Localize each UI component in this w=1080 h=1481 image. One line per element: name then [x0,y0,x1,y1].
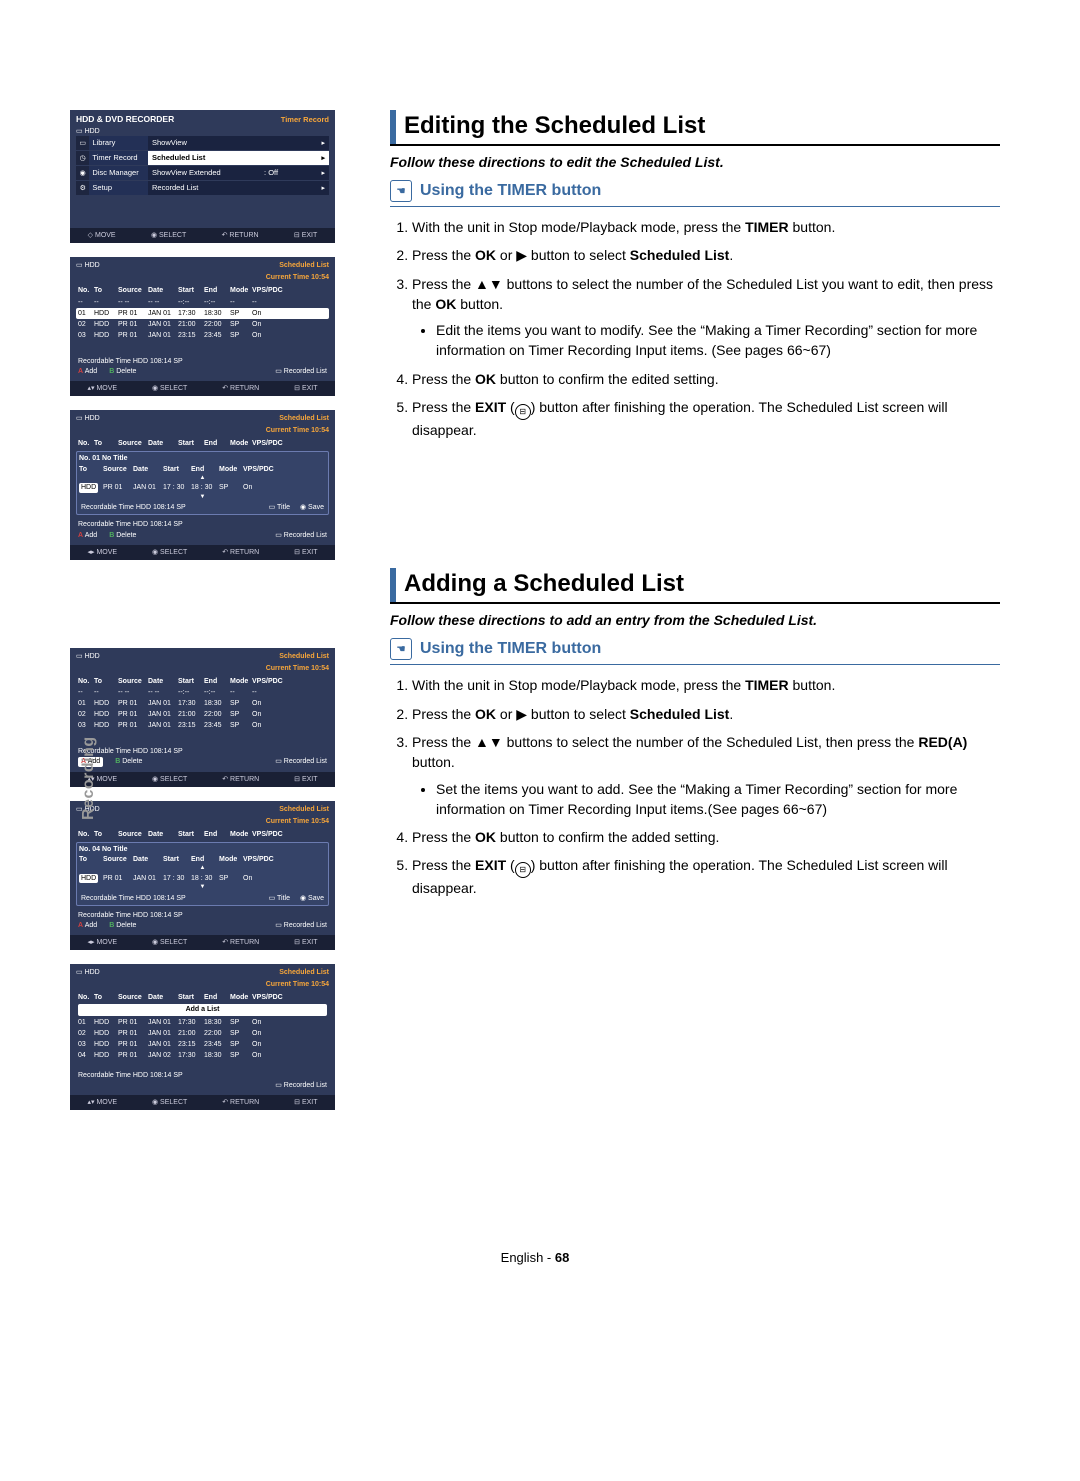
schedule-row: 01HDDPR 01JAN 0117:3018:30SPOn [76,698,329,709]
schedule-row: 03HDDPR 01JAN 0123:1523:45SPOn [76,330,329,341]
right-content: Editing the Scheduled List Follow these … [390,110,1000,1110]
library-icon: ▭ [76,136,89,150]
current-time: Current Time 10:54 [266,426,329,435]
using-timer-heading-2: Using the TIMER button [420,640,601,658]
hand-icon: ☚ [390,638,412,660]
hdd-indicator: HDD [85,128,100,135]
osd-pane-add-detail: ▭ HDD Scheduled List Current Time 10:54 … [70,801,335,951]
hand-icon: ☚ [390,180,412,202]
osd-pane-added-list: ▭ HDD Scheduled List Current Time 10:54 … [70,964,335,1110]
hdd-indicator: HDD [85,653,100,660]
osd-pane-scheduled-1: ▭ HDD Scheduled List Current Time 10:54 … [70,257,335,396]
submenu-recorded-list: Recorded List▸ [148,181,329,195]
clock-icon: ◷ [76,151,89,165]
edit-row: HDDPR 01JAN 0117 : 3018 : 30SPOn [79,873,326,884]
left-screens: HDD & DVD RECORDER Timer Record ▭ HDD ▭L… [70,110,350,1110]
schedule-row: 03HDDPR 01JAN 0123:1523:45SPOn [76,720,329,731]
scheduled-header: Scheduled List [279,414,329,423]
hdd-indicator: HDD [85,262,100,269]
exit-button-icon: ⊟ [515,404,531,420]
osd-pane-scheduled-add: ▭ HDD Scheduled List Current Time 10:54 … [70,648,335,787]
schedule-row: 02HDDPR 01JAN 0121:0022:00SPOn [76,709,329,720]
using-timer-heading: Using the TIMER button [420,182,601,200]
page-footer: English - 68 [70,1250,1000,1265]
submenu-scheduled-list: Scheduled List▸ [148,151,329,165]
editing-subtitle: Follow these directions to edit the Sche… [390,154,1000,170]
menu-library: Library [89,136,148,150]
menu-timer-record: Timer Record [89,151,148,165]
hdd-indicator: HDD [85,969,100,976]
schedule-row: 02HDDPR 01JAN 0121:0022:00SPOn [76,319,329,330]
osd-foot-1: ◇ MOVE ◉ SELECT ↶ RETURN ⊟ EXIT [70,228,335,243]
edit-no-title: No. 04 No Title [79,845,326,854]
recordable-time: Recordable Time HDD 108:14 SP [78,357,183,366]
osd-foot-2: ▴▾ MOVE ◉ SELECT ↶ RETURN ⊟ EXIT [70,381,335,396]
schedule-row: 04HDDPR 01JAN 0217:3018:30SPOn [76,1050,329,1061]
schedule-row: 02HDDPR 01JAN 0121:0022:00SPOn [76,1028,329,1039]
osd-pane-main-menu: HDD & DVD RECORDER Timer Record ▭ HDD ▭L… [70,110,335,243]
section-accent-bar [390,568,396,602]
add-steps: With the unit in Stop mode/Playback mode… [390,675,1000,898]
menu-disc-manager: Disc Manager [89,166,148,180]
current-time: Current Time 10:54 [266,664,329,673]
timer-record-label: Timer Record [281,115,329,125]
schedule-row: 03HDDPR 01JAN 0123:1523:45SPOn [76,1039,329,1050]
schedule-row: 01HDDPR 01JAN 0117:3018:30SPOn [76,308,329,319]
edit-box: No. 01 No Title ToSourceDateStartEndMode… [76,451,329,515]
section-accent-bar [390,110,396,144]
recorder-title: HDD & DVD RECORDER [76,114,174,125]
add-list-bar: Add a List [78,1004,327,1015]
submenu-showview-ext: ShowView Extended: Off▸ [148,166,329,180]
submenu-showview: ShowView▸ [148,136,329,150]
editing-title: Editing the Scheduled List [404,110,705,144]
current-time: Current Time 10:54 [266,273,329,282]
edit-steps: With the unit in Stop mode/Playback mode… [390,217,1000,440]
scheduled-header: Scheduled List [279,261,329,270]
hdd-indicator: HDD [85,415,100,422]
gear-icon: ⚙ [76,181,89,195]
menu-setup: Setup [89,181,148,195]
recordable-time: Recordable Time HDD 108:14 SP [78,520,183,529]
osd-pane-edit-detail: ▭ HDD Scheduled List Current Time 10:54 … [70,410,335,560]
schedule-placeholder-row: ------ ---- ----:----:------ [76,297,329,308]
exit-button-icon: ⊟ [515,862,531,878]
adding-title: Adding a Scheduled List [404,568,684,602]
scheduled-header: Scheduled List [279,652,329,661]
schedule-row: 01HDDPR 01JAN 0117:3018:30SPOn [76,1017,329,1028]
side-section-label: Recording [80,736,98,820]
edit-no-title: No. 01 No Title [79,454,326,463]
edit-row: HDDPR 01JAN 0117 : 3018 : 30SPOn [79,482,326,493]
adding-subtitle: Follow these directions to add an entry … [390,612,1000,628]
schedule-table-header: No.ToSourceDateStartEndModeVPS/PDC [76,285,329,296]
color-keys-row: Add Delete ▭ Recorded List [76,366,329,377]
disc-icon: ◉ [76,166,89,180]
